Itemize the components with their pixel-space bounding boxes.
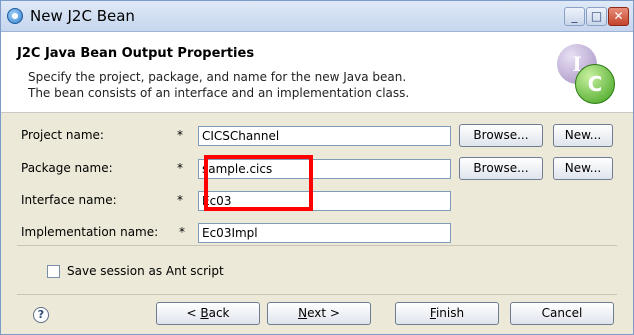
project-required-marker: *	[177, 128, 183, 142]
interface-name-label: Interface name:	[21, 193, 117, 207]
footer-divider	[17, 294, 617, 295]
form-divider	[17, 245, 617, 246]
page-title: J2C Java Bean Output Properties	[17, 46, 255, 61]
help-icon[interactable]: ?	[33, 307, 49, 323]
page-description: Specify the project, package, and name f…	[28, 69, 409, 101]
next-rest: ext >	[307, 306, 340, 320]
close-button[interactable]: ✕	[608, 7, 629, 26]
project-browse-button[interactable]: Browse...	[459, 124, 543, 147]
wizard-header: J2C Java Bean Output Properties Specify …	[1, 32, 633, 113]
save-session-label: Save session as Ant script	[67, 264, 224, 278]
save-session-checkbox[interactable]	[47, 265, 60, 278]
project-name-field[interactable]: CICSChannel	[198, 126, 451, 146]
implementation-name-field[interactable]: Ec03Impl	[198, 223, 451, 243]
package-name-label: Package name:	[21, 161, 113, 175]
maximize-button[interactable]: □	[586, 7, 607, 26]
dialog-window: New J2C Bean _ □ ✕ J2C Java Bean Output …	[0, 0, 634, 335]
cancel-button[interactable]: Cancel	[510, 302, 614, 325]
package-new-button[interactable]: New...	[553, 157, 613, 180]
implementation-required-marker: *	[179, 225, 185, 239]
minimize-button[interactable]: _	[564, 7, 585, 26]
project-new-button[interactable]: New...	[553, 124, 613, 147]
badge-c-icon: C	[575, 64, 615, 104]
implementation-name-label: Implementation name:	[21, 225, 159, 239]
project-name-label: Project name:	[21, 128, 104, 142]
package-required-marker: *	[177, 161, 183, 175]
description-line-2: The bean consists of an interface and an…	[28, 86, 410, 100]
back-rest: ack	[208, 306, 230, 320]
annotation-highlight-box	[204, 155, 313, 211]
next-accelerator: N	[298, 306, 308, 320]
back-button[interactable]: < Back	[156, 302, 260, 325]
app-icon	[7, 8, 23, 24]
window-title: New J2C Bean	[30, 7, 135, 25]
finish-button[interactable]: Finish	[395, 302, 499, 325]
interface-required-marker: *	[177, 193, 183, 207]
next-button[interactable]: Next >	[267, 302, 371, 325]
wizard-banner-icon: I C	[557, 44, 617, 104]
description-line-1: Specify the project, package, and name f…	[28, 70, 407, 84]
finish-rest: inish	[435, 306, 465, 320]
package-browse-button[interactable]: Browse...	[459, 157, 543, 180]
title-bar[interactable]: New J2C Bean _ □ ✕	[1, 1, 633, 32]
back-accelerator: B	[200, 306, 209, 320]
back-prefix: <	[186, 306, 201, 320]
